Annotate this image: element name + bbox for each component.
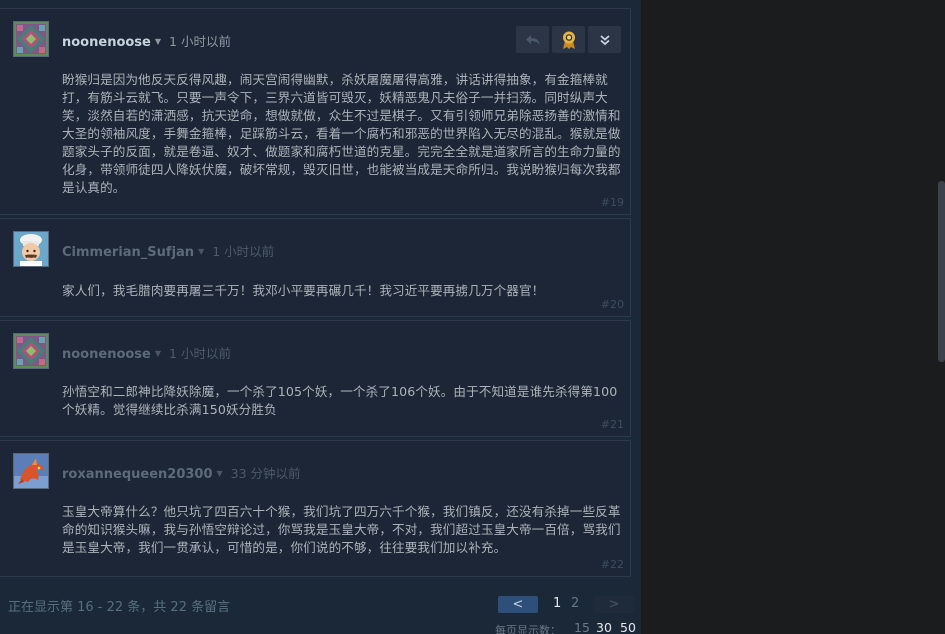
comment-index[interactable]: #20 [601, 298, 624, 311]
comment-text: 家人们，我毛腊肉要再屠三千万！我邓小平要再碾几千！我习近平要再掳几万个器官！ [62, 283, 545, 298]
avatar-chef-icon [14, 232, 48, 266]
comment-timestamp: 1 小时以前 [169, 34, 231, 49]
comment-timestamp: 1 小时以前 [169, 346, 231, 361]
chevron-right-icon: > [608, 597, 620, 612]
comment-author[interactable]: roxannequeen20300 ▼ 33 分钟以前 [62, 463, 301, 482]
comment-index[interactable]: #21 [601, 418, 624, 431]
award-button[interactable] [552, 26, 585, 53]
comment: Cimmerian_Sufjan ▼ 1 小时以前 家人们，我毛腊肉要再屠三千万！我… [0, 218, 631, 317]
next-page-button[interactable]: > [594, 596, 634, 613]
per-page-option-15[interactable]: 15 [574, 620, 590, 634]
avatar[interactable] [13, 21, 49, 57]
comment-text: 孙悟空和二郎神比降妖除魔，一个杀了105个妖，一个杀了106个妖。由于不知道是谁… [62, 384, 618, 417]
author-name[interactable]: roxannequeen20300 [62, 467, 213, 482]
chevron-down-icon[interactable]: ▼ [198, 247, 204, 256]
comment-timestamp: 33 分钟以前 [230, 466, 301, 481]
page-link-1[interactable]: 1 [553, 596, 561, 611]
comment-timestamp: 1 小时以前 [212, 244, 275, 259]
avatar-pattern-icon [14, 22, 48, 56]
comment: noonenoose ▼ 1 小时以前 盼猴归是因为他反天反得风趣，闹天宫闹得幽默，… [0, 8, 631, 215]
author-name[interactable]: Cimmerian_Sufjan [62, 245, 194, 260]
chevron-down-icon[interactable]: ▼ [155, 37, 161, 46]
pagination-info: 正在显示第 16 - 22 条，共 22 条留言 [8, 600, 231, 615]
per-page-option-30[interactable]: 30 [596, 620, 612, 634]
comment-author[interactable]: noonenoose ▼ 1 小时以前 [62, 31, 231, 50]
avatar[interactable] [13, 333, 49, 369]
chevron-down-icon[interactable]: ▼ [155, 349, 161, 358]
comment-index[interactable]: #19 [601, 196, 624, 209]
author-name[interactable]: noonenoose [62, 347, 151, 362]
avatar[interactable] [13, 231, 49, 267]
comment: noonenoose ▼ 1 小时以前 孙悟空和二郎神比降妖除魔，一个杀了105个妖… [0, 320, 631, 437]
award-icon [562, 31, 575, 49]
comments-page: noonenoose ▼ 1 小时以前 盼猴归是因为他反天反得风趣，闹天宫闹得幽默，… [0, 0, 945, 634]
avatar-dragon-icon [14, 454, 48, 488]
chevron-down-icon[interactable]: ▼ [217, 469, 223, 478]
per-page-option-50[interactable]: 50 [620, 620, 636, 634]
reply-icon [525, 34, 540, 45]
comment-text: 盼猴归是因为他反天反得风趣，闹天宫闹得幽默，杀妖屠魔屠得高雅，讲话讲得抽象，有金… [62, 72, 621, 195]
comment-author[interactable]: noonenoose ▼ 1 小时以前 [62, 343, 231, 362]
comment: roxannequeen20300 ▼ 33 分钟以前 玉皇大帝算什么？他只坑了四百… [0, 440, 631, 577]
comment-index[interactable]: #22 [601, 558, 624, 571]
reply-button[interactable] [516, 26, 549, 53]
right-panel [641, 0, 945, 634]
comment-text: 玉皇大帝算什么？他只坑了四百六十个猴，我们坑了四万六千个猴，我们镇反，还没有杀掉… [62, 504, 621, 555]
prev-page-button[interactable]: < [498, 596, 538, 613]
chevron-double-down-icon [599, 34, 610, 45]
comment-author[interactable]: Cimmerian_Sufjan ▼ 1 小时以前 [62, 241, 274, 260]
scrollbar-thumb[interactable] [938, 181, 945, 362]
page-link-2[interactable]: 2 [571, 596, 579, 611]
chevron-left-icon: < [512, 597, 524, 612]
author-name[interactable]: noonenoose [62, 35, 151, 50]
avatar[interactable] [13, 453, 49, 489]
more-options-button[interactable] [588, 26, 621, 53]
avatar-pattern-icon [14, 334, 48, 368]
per-page-label: 每页显示数： [495, 624, 561, 634]
